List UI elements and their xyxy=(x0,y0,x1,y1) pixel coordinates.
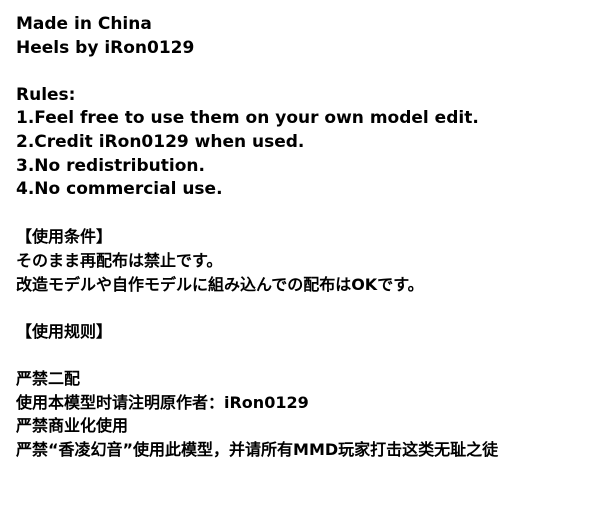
rules-title: Rules: xyxy=(16,84,76,105)
rule-item-3: 3.No redistribution. xyxy=(16,155,205,176)
rule-item-2: 2.Credit iRon0129 when used. xyxy=(16,131,305,152)
japanese-condition-2: 改造モデルや自作モデルに組み込んでの配布はOKです。 xyxy=(16,274,424,294)
chinese-rule-1: 严禁二配 xyxy=(16,368,81,388)
document-body: Made in China Heels by iRon0129 Rules: 1… xyxy=(16,13,596,461)
chinese-rules-title: 【使用规则】 xyxy=(16,321,113,341)
credit-line: Heels by iRon0129 xyxy=(16,37,195,58)
japanese-conditions-title: 【使用条件】 xyxy=(16,227,113,247)
rule-item-1: 1.Feel free to use them on your own mode… xyxy=(16,108,479,129)
chinese-rule-3: 严禁商业化使用 xyxy=(16,416,129,436)
rule-item-4: 4.No commercial use. xyxy=(16,179,223,200)
chinese-rule-4: 严禁“香凌幻音”使用此模型，并请所有MMD玩家打击这类无耻之徒 xyxy=(16,439,499,459)
japanese-condition-1: そのまま再配布は禁止です。 xyxy=(16,250,223,270)
chinese-rule-2: 使用本模型时请注明原作者：iRon0129 xyxy=(16,392,309,412)
made-in-line: Made in China xyxy=(16,14,152,34)
